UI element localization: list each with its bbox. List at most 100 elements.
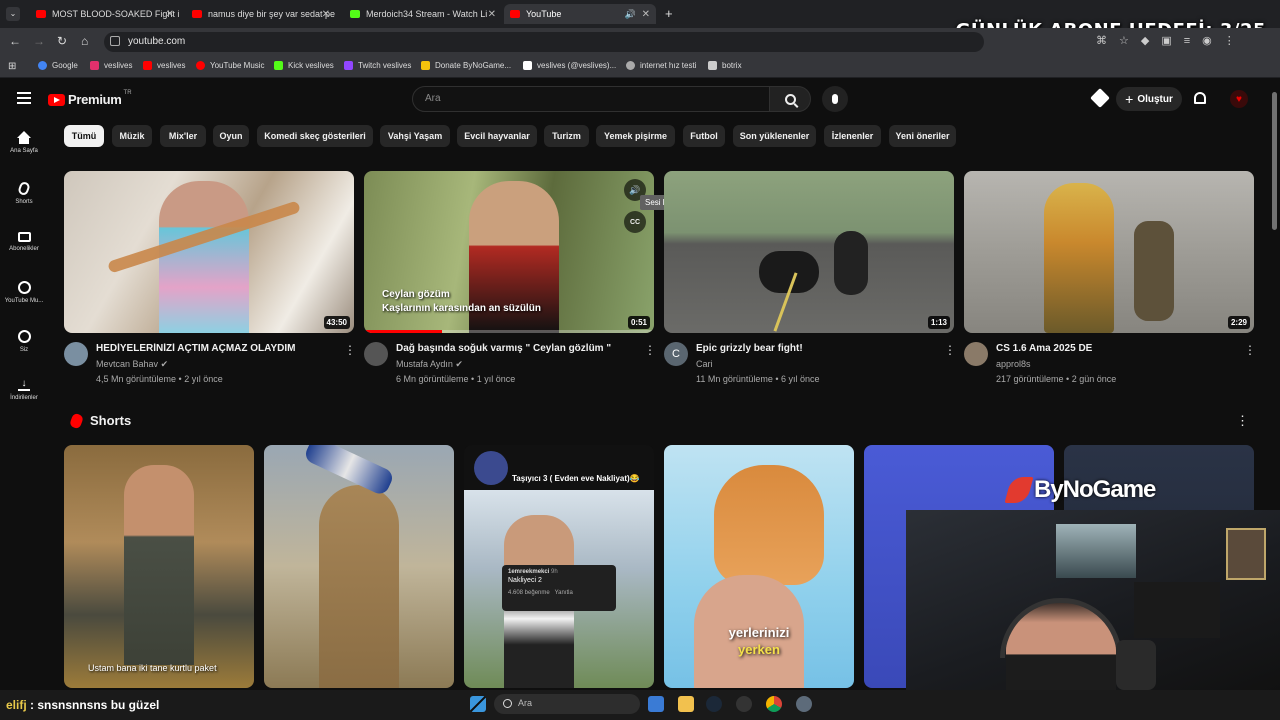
new-tab-button[interactable]: + xyxy=(665,6,673,21)
video-title[interactable]: Dağ başında soğuk varmış " Ceylan gözlüm… xyxy=(396,343,626,354)
channel-avatar[interactable] xyxy=(364,342,388,366)
url-field[interactable]: youtube.com xyxy=(104,32,984,52)
site-info-icon[interactable] xyxy=(110,36,120,46)
close-tab-icon[interactable]: ✕ xyxy=(166,9,174,20)
verified-icon: ✔ xyxy=(455,359,463,369)
chip-comedy[interactable]: Komedi skeç gösterileri xyxy=(257,125,373,147)
speaker-icon[interactable]: 🔊 xyxy=(625,9,636,20)
chip-watched[interactable]: İzlenenler xyxy=(824,125,881,147)
chrome-icon[interactable] xyxy=(766,696,782,712)
bookmark-google[interactable]: Google xyxy=(38,61,78,70)
browser-tab-1[interactable]: MOST BLOOD-SOAKED Fight in ✕ xyxy=(30,4,180,24)
sidebar-item-downloads[interactable]: ↓ İndirilenler xyxy=(0,379,48,402)
settings-gear-icon[interactable] xyxy=(796,696,812,712)
more-options-icon[interactable]: ⋮ xyxy=(1244,343,1256,357)
video-thumbnail[interactable]: 2:29 xyxy=(964,171,1254,333)
browser-tab-2[interactable]: namus diye bir şey var sedat pe ✕ xyxy=(186,4,336,24)
taskbar-search-input[interactable]: Ara xyxy=(494,694,640,714)
menu-icon[interactable] xyxy=(17,92,31,104)
tab-list-button[interactable]: ⌄ xyxy=(6,7,20,21)
video-title[interactable]: Epic grizzly bear fight! xyxy=(696,343,926,354)
more-options-icon[interactable]: ⋮ xyxy=(944,343,956,357)
obs-icon[interactable] xyxy=(736,696,752,712)
chip-pets[interactable]: Evcil hayvanlar xyxy=(457,125,537,147)
bookmark-botrix[interactable]: botrix xyxy=(708,61,742,70)
chip-all[interactable]: Tümü xyxy=(64,125,104,147)
more-options-icon[interactable]: ⋮ xyxy=(1236,413,1249,429)
short-thumbnail[interactable]: Ustam bana iki tane kurtlu paket xyxy=(64,445,254,688)
chip-wildlife[interactable]: Vahşi Yaşam xyxy=(380,125,450,147)
sidebar-item-you[interactable]: Siz xyxy=(0,330,48,353)
short-thumbnail[interactable] xyxy=(264,445,454,688)
channel-avatar[interactable] xyxy=(964,342,988,366)
notifications-icon[interactable] xyxy=(1194,92,1206,104)
reload-icon[interactable]: ↻ xyxy=(57,34,67,48)
channel-avatar[interactable] xyxy=(64,342,88,366)
sidebar-item-music[interactable]: YouTube Mu... xyxy=(0,281,48,304)
chip-tourism[interactable]: Turizm xyxy=(544,125,589,147)
more-options-icon[interactable]: ⋮ xyxy=(344,343,356,357)
voice-search-button[interactable] xyxy=(822,86,848,112)
captions-button[interactable]: CC xyxy=(624,211,646,233)
tab-title: MOST BLOOD-SOAKED Fight in xyxy=(52,9,180,19)
bookmark-instagram[interactable]: veslives xyxy=(90,61,132,70)
short-thumbnail[interactable]: yerlerinizi yerken xyxy=(664,445,854,688)
bookmark-label: internet hız testi xyxy=(640,61,697,70)
sidebar-item-home[interactable]: Ana Sayfa xyxy=(0,131,48,154)
browser-tab-active[interactable]: YouTube 🔊 ✕ xyxy=(504,4,656,24)
channel-name[interactable]: Cari xyxy=(696,359,713,369)
browser-tab-3[interactable]: Merdoich34 Stream - Watch Li ✕ xyxy=(344,4,502,24)
close-tab-icon[interactable]: ✕ xyxy=(322,9,330,20)
apps-grid-icon[interactable]: ⊞ xyxy=(8,61,16,72)
home-browser-icon[interactable]: ⌂ xyxy=(81,34,88,48)
bookmark-twitch[interactable]: Twitch veslives xyxy=(344,61,411,70)
chip-music[interactable]: Müzik xyxy=(112,125,152,147)
windows-start-icon[interactable] xyxy=(470,696,486,712)
video-thumbnail[interactable]: 43:50 xyxy=(64,171,354,333)
bookmark-tiktok[interactable]: veslives (@veslives)... xyxy=(523,61,616,70)
file-explorer-icon[interactable] xyxy=(678,696,694,712)
search-input[interactable]: Ara xyxy=(412,86,770,112)
create-button[interactable]: + Oluştur xyxy=(1116,87,1182,111)
bookmark-youtube-music[interactable]: YouTube Music xyxy=(196,61,265,70)
chip-cooking[interactable]: Yemek pişirme xyxy=(596,125,675,147)
chip-new-to-you[interactable]: Yeni öneriler xyxy=(889,125,956,147)
sidebar-item-subscriptions[interactable]: Abonelikler xyxy=(0,232,48,252)
bookmark-kick[interactable]: Kick veslives xyxy=(274,61,334,70)
bookmark-speedtest[interactable]: internet hız testi xyxy=(626,61,696,70)
channel-name[interactable]: Mevtcan Bahav ✔ xyxy=(96,359,168,370)
video-title[interactable]: HEDİYELERİNİZİ AÇTIM AÇMAZ OLAYDIM xyxy=(96,343,326,354)
close-tab-icon[interactable]: ✕ xyxy=(488,9,496,20)
chip-recently-uploaded[interactable]: Son yüklenenler xyxy=(733,125,816,147)
channel-avatar[interactable]: C xyxy=(664,342,688,366)
short-thumbnail[interactable]: Taşıyıcı 3 ( Evden eve Nakliyat)😂 1emree… xyxy=(464,445,654,688)
chip-gaming[interactable]: Oyun xyxy=(213,125,249,147)
youtube-logo[interactable]: Premium TR xyxy=(48,90,132,107)
video-title[interactable]: CS 1.6 Ama 2025 DE xyxy=(996,343,1226,354)
close-tab-icon[interactable]: ✕ xyxy=(642,9,650,20)
video-thumbnail[interactable]: 1:13 xyxy=(664,171,954,333)
back-icon[interactable]: ← xyxy=(9,34,21,48)
forward-icon[interactable]: → xyxy=(33,34,45,48)
youtube-icon xyxy=(143,61,152,70)
page-scrollbar[interactable] xyxy=(1272,92,1277,230)
steam-icon[interactable] xyxy=(706,696,722,712)
search-button[interactable] xyxy=(769,86,811,112)
bynogame-icon xyxy=(421,61,430,70)
video-meta: 4,5 Mn görüntüleme • 2 yıl önce xyxy=(96,374,223,384)
progress-bar[interactable] xyxy=(364,330,654,333)
sidebar-item-shorts[interactable]: Shorts xyxy=(0,180,48,205)
bookmark-bynogame[interactable]: Donate ByNoGame... xyxy=(421,61,511,70)
widgets-icon[interactable] xyxy=(648,696,664,712)
channel-name[interactable]: approl8s xyxy=(996,359,1031,369)
avatar[interactable]: ♥ xyxy=(1230,90,1248,108)
more-options-icon[interactable]: ⋮ xyxy=(644,343,656,357)
video-duration: 2:29 xyxy=(1227,316,1250,329)
bookmark-youtube[interactable]: veslives xyxy=(143,61,185,70)
chip-mixes[interactable]: Mix'ler xyxy=(160,125,206,147)
channel-name[interactable]: Mustafa Aydın ✔ xyxy=(396,359,463,370)
chip-football[interactable]: Futbol xyxy=(683,125,725,147)
video-thumbnail-playing[interactable]: Ceylan gözüm Kaşlarının karasından an sü… xyxy=(364,171,654,333)
shorts-icon xyxy=(68,412,85,429)
tab-title: Merdoich34 Stream - Watch Li xyxy=(366,9,488,19)
